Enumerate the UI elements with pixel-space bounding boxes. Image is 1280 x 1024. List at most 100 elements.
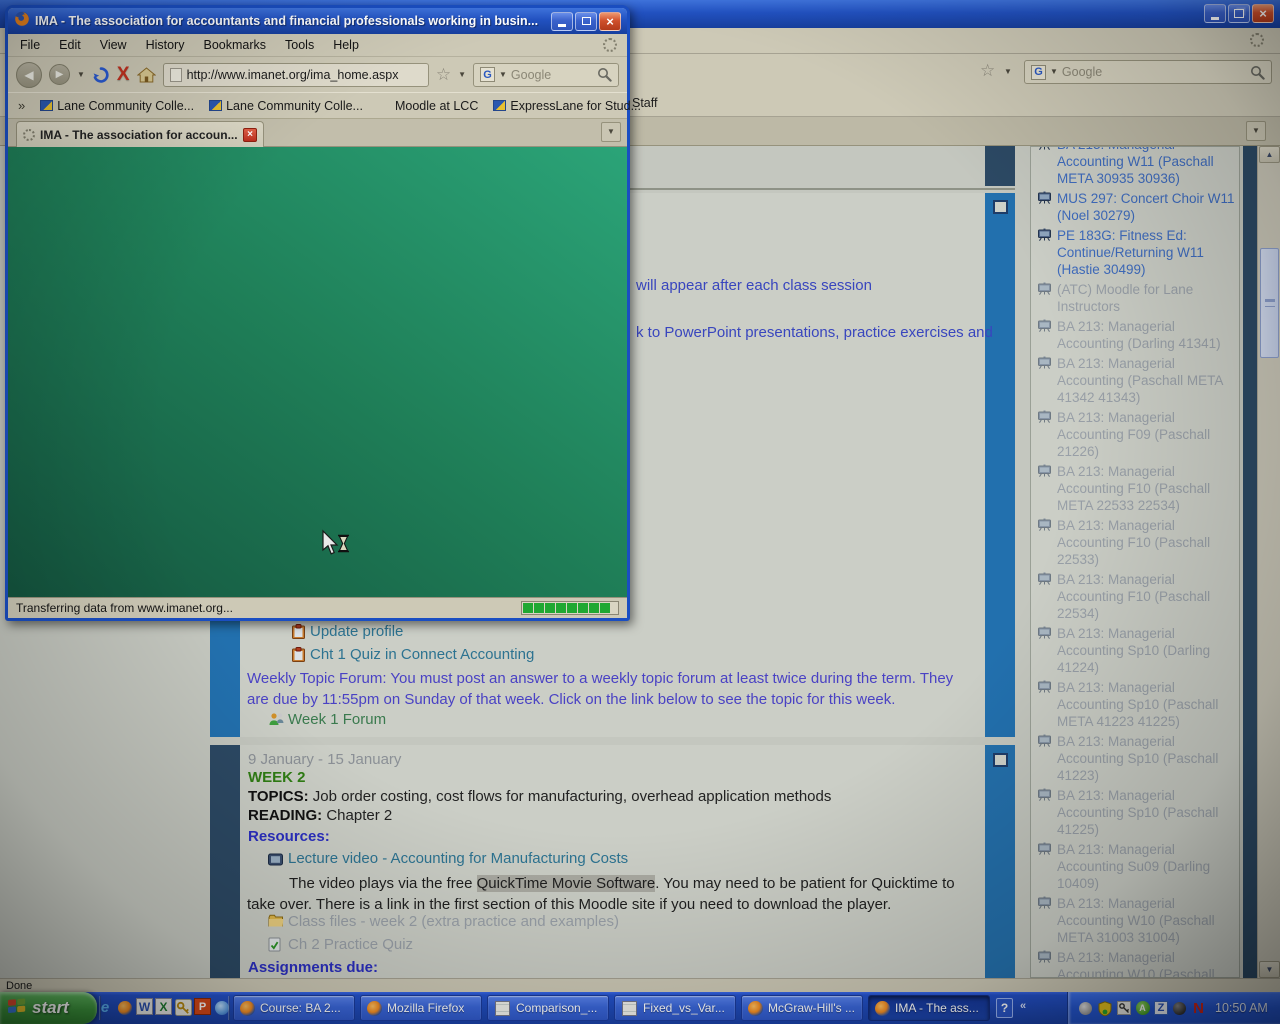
taskbar-window-button[interactable]: McGraw-Hill's ... [741,995,863,1021]
tray-antivirus-shield-icon[interactable] [1097,1001,1112,1016]
sidebar-course-link[interactable]: BA 213: Managerial Accounting F09 (Pasch… [1036,409,1235,460]
taskbar-window-button[interactable]: Mozilla Firefox [360,995,482,1021]
taskbar-window-button[interactable]: Fixed_vs_Var... [614,995,736,1021]
quick-launch-access-key-icon[interactable] [174,998,192,1017]
sidebar-course-link[interactable]: BA 213: Managerial Accounting Sp10 (Pasc… [1036,679,1235,730]
menu-item[interactable]: View [100,38,127,52]
bookmark-item[interactable]: Moodle at LCC [378,99,478,113]
minimize-button[interactable] [551,12,573,31]
back-button[interactable]: ◀ [16,62,42,88]
favicon-icon [378,100,391,111]
tray-norton-icon[interactable]: N [1191,1001,1206,1016]
menu-item[interactable]: Bookmarks [203,38,266,52]
tray-messenger-icon[interactable] [1078,1001,1093,1016]
tray-volume-icon[interactable] [1172,1001,1187,1016]
home-icon[interactable] [137,67,156,83]
progress-segment [567,603,577,613]
course-icon [1037,626,1052,643]
sidebar-course-link[interactable]: BA 213: Managerial Accounting (Darling 4… [1036,318,1235,352]
star-dropdown-icon[interactable]: ▼ [1004,68,1012,76]
engine-dropdown-icon[interactable]: ▼ [499,71,507,79]
google-engine-icon[interactable]: G [480,67,495,82]
sidebar-course-link[interactable]: BA 213: Managerial Accounting W11 (Pasch… [1036,146,1235,187]
web-search-input[interactable]: G ▼ Google [1024,60,1272,84]
sidebar-course-link[interactable]: BA 213: Managerial Accounting Sp10 (Darl… [1036,625,1235,676]
sidebar-course-link[interactable]: BA 213: Managerial Accounting W10 (Pasch… [1036,895,1235,946]
cht1-quiz-link[interactable]: Cht 1 Quiz in Connect Accounting [310,646,534,663]
minimize-button[interactable] [1204,4,1226,23]
sidebar-course-link[interactable]: BA 213: Managerial Accounting W10 (Pasch… [1036,949,1235,978]
tray-app-a-icon[interactable]: A [1135,1001,1150,1016]
menu-item[interactable]: History [146,38,185,52]
bookmark-item[interactable]: ExpressLane for Stud... [493,99,641,113]
menu-item[interactable]: Edit [59,38,81,52]
tab-list-dropdown[interactable]: ▼ [1246,121,1266,141]
vertical-scrollbar[interactable]: ▲ ▼ [1257,146,1280,978]
menu-item[interactable]: Help [333,38,359,52]
taskbar-window-button[interactable]: Comparison_... [487,995,609,1021]
quick-launch-ie-icon[interactable]: e [96,998,114,1017]
stop-icon[interactable]: X [117,65,130,84]
restore-button[interactable] [1228,4,1250,23]
forward-button[interactable]: ▶ [49,64,70,85]
scroll-up-icon[interactable]: ▲ [1259,146,1280,163]
engine-dropdown-icon[interactable]: ▼ [1050,68,1058,76]
course-icon [1037,228,1052,245]
hide-icons-chevron[interactable]: « [1020,1000,1026,1012]
magnifier-icon[interactable] [597,67,612,82]
sidebar-course-link[interactable]: MUS 297: Concert Choir W11 (Noel 30279) [1036,190,1235,224]
sidebar-course-link[interactable]: PE 183G: Fitness Ed: Continue/Returning … [1036,227,1235,278]
help-tray-icon[interactable]: ? [996,998,1013,1018]
course-label: MUS 297: Concert Choir W11 (Noel 30279) [1057,191,1235,223]
ch2-practice-quiz-link[interactable]: Ch 2 Practice Quiz [288,936,413,953]
bookmark-star-icon[interactable]: ☆ [436,66,451,83]
sidebar-course-link[interactable]: BA 213: Managerial Accounting Sp10 (Pasc… [1036,787,1235,838]
menu-item[interactable]: File [20,38,40,52]
history-dropdown-icon[interactable]: ▼ [77,71,85,79]
tray-z-app-icon[interactable]: Z [1154,1001,1168,1015]
sidebar-course-link[interactable]: BA 213: Managerial Accounting F10 (Pasch… [1036,517,1235,568]
bookmark-item[interactable]: Lane Community Colle... [40,99,194,113]
quick-launch-word-icon[interactable]: W [136,998,153,1015]
tab-close-icon[interactable]: × [243,128,257,142]
sidebar-course-link[interactable]: BA 213: Managerial Accounting Sp10 (Pasc… [1036,733,1235,784]
topics-text: Job order costing, cost flows for manufa… [309,788,832,805]
quick-launch-powerpoint-icon[interactable]: P [194,998,211,1015]
tab-ima[interactable]: IMA - The association for accoun... × [16,121,264,147]
reload-icon[interactable] [92,66,110,84]
bookmark-star-icon[interactable]: ☆ [980,62,995,79]
sidebar-course-link[interactable]: BA 213: Managerial Accounting F10 (Pasch… [1036,463,1235,514]
sidebar-course-link[interactable]: (ATC) Moodle for Lane Instructors [1036,281,1235,315]
scroll-down-icon[interactable]: ▼ [1259,961,1280,978]
taskbar-window-button[interactable]: Course: BA 2... [233,995,355,1021]
magnifier-icon[interactable] [1250,65,1265,80]
class-files-link[interactable]: Class files - week 2 (extra practice and… [288,913,619,930]
close-button[interactable]: × [599,12,621,31]
taskbar-clock[interactable]: 10:50 AM [1215,1001,1268,1015]
tray-key-icon[interactable] [1116,1001,1131,1016]
scrollbar-thumb[interactable] [1260,248,1279,358]
quick-launch-firefox-icon[interactable] [116,998,134,1017]
lecture-video-link[interactable]: Lecture video - Accounting for Manufactu… [288,850,628,867]
section-toggle-icon[interactable] [993,753,1008,767]
sidebar-course-link[interactable]: BA 213: Managerial Accounting Su09 (Darl… [1036,841,1235,892]
start-button[interactable]: start [0,992,97,1024]
web-search-input[interactable]: G ▼ Google [473,63,619,87]
bookmark-item[interactable]: Lane Community Colle... [209,99,363,113]
maximize-button[interactable] [575,12,597,31]
update-profile-link[interactable]: Update profile [310,623,403,640]
week1-forum-link[interactable]: Week 1 Forum [288,711,386,728]
taskbar-window-button[interactable]: IMA - The ass... [868,995,990,1021]
star-dropdown-icon[interactable]: ▼ [458,71,466,79]
address-bar-input[interactable]: http://www.imanet.org/ima_home.aspx [163,63,429,87]
quick-launch-excel-icon[interactable]: X [155,998,172,1015]
tab-list-dropdown[interactable]: ▼ [601,122,621,142]
bookmarks-overflow-icon[interactable]: » [18,98,25,113]
menu-item[interactable]: Tools [285,38,314,52]
sidebar-course-link[interactable]: BA 213: Managerial Accounting F10 (Pasch… [1036,571,1235,622]
section-toggle-icon[interactable] [993,200,1008,214]
sidebar-course-link[interactable]: BA 213: Managerial Accounting (Paschall … [1036,355,1235,406]
popup-titlebar[interactable]: IMA - The association for accountants an… [8,8,627,34]
close-button[interactable]: × [1252,4,1274,23]
google-engine-icon[interactable]: G [1031,65,1046,80]
